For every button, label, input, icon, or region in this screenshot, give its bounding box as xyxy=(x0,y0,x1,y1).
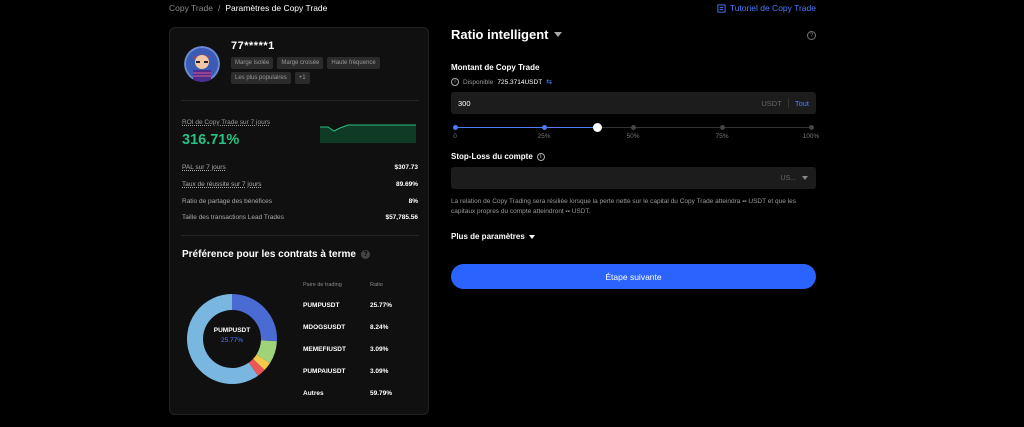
stat-lead-trade-size: Taille des transactions Lead Trades $57,… xyxy=(182,214,418,221)
caret-down-icon xyxy=(553,32,562,37)
pair-ratio: 59.79% xyxy=(370,390,393,397)
stat-profit-share: Ratio de partage des bénéfices 8% xyxy=(182,198,418,205)
breadcrumb-current: Paramètres de Copy Trade xyxy=(225,3,328,13)
chevron-down-icon[interactable] xyxy=(802,176,808,180)
amount-section-title: Montant de Copy Trade xyxy=(451,63,540,72)
stoploss-description: La relation de Copy Trading sera résilié… xyxy=(451,198,796,216)
pair-name: Autres xyxy=(303,390,324,397)
stat-win-rate-7d: Taux de réussite sur 7 jours 89.69% xyxy=(182,181,418,188)
mode-title: Ratio intelligent xyxy=(451,27,549,42)
tag-cross-margin: Marge croisée xyxy=(277,57,324,69)
donut-slice-pumpusdt[interactable] xyxy=(231,294,277,342)
pair-ratio: 8.24% xyxy=(370,324,389,331)
stat-pnl-7d: PAL sur 7 jours $307.73 xyxy=(182,164,418,171)
amount-value[interactable]: 300 xyxy=(451,99,761,108)
tag-more[interactable]: +1 xyxy=(294,72,310,84)
trader-card: 77*****1 Marge isolée Marge croisée Haut… xyxy=(169,27,429,415)
amount-all-button[interactable]: Tout xyxy=(795,99,809,108)
slider-handle[interactable] xyxy=(592,123,602,132)
stoploss-input[interactable]: US... xyxy=(451,167,816,189)
pair-name: PUMPAIUSDT xyxy=(303,368,346,375)
help-icon[interactable]: ? xyxy=(807,31,816,40)
divider xyxy=(181,100,419,101)
breadcrumb: Copy Trade / Paramètres de Copy Trade xyxy=(169,3,327,13)
donut-center-label: PUMPUSDT xyxy=(213,327,251,334)
tutorial-link-label: Tutoriel de Copy Trade xyxy=(729,3,816,13)
slider-mark[interactable] xyxy=(808,125,814,130)
info-icon[interactable]: i xyxy=(451,78,459,86)
more-settings-toggle[interactable]: Plus de paramètres xyxy=(451,232,535,241)
info-icon[interactable]: i xyxy=(536,152,545,161)
pair-ratio: 25.77% xyxy=(370,302,393,309)
stoploss-unit: US... xyxy=(780,174,796,182)
mode-selector[interactable]: Ratio intelligent xyxy=(451,27,562,42)
book-icon xyxy=(717,3,726,13)
tutorial-link[interactable]: Tutoriel de Copy Trade xyxy=(717,3,816,13)
slider-mark[interactable] xyxy=(541,125,547,130)
slider-mark[interactable] xyxy=(452,125,458,130)
trader-tags: Marge isolée Marge croisée Haute fréquen… xyxy=(231,57,421,84)
donut-slice-memefiusdt[interactable] xyxy=(252,354,270,371)
tag-high-frequency: Haute fréquence xyxy=(327,57,380,69)
donut-slice-pumpaiusdt[interactable] xyxy=(248,358,265,376)
breadcrumb-separator: / xyxy=(217,3,221,13)
pair-name: MEMEFIUSDT xyxy=(303,346,346,353)
swap-icon[interactable]: ⇆ xyxy=(546,78,552,86)
roi-value: 316.71% xyxy=(182,132,240,148)
donut-center-value: 25.77% xyxy=(220,337,244,344)
tag-most-popular: Les plus populaires xyxy=(231,72,291,84)
futures-preference-title: Préférence pour les contrats à terme ? xyxy=(182,249,370,260)
available-balance: i Disponible 725.3714USDT ⇆ xyxy=(451,78,552,86)
stoploss-section-title: Stop-Loss du compte i xyxy=(451,152,545,161)
roi-sparkline xyxy=(320,124,416,143)
pair-name: PUMPUSDT xyxy=(303,302,340,309)
amount-slider[interactable] xyxy=(452,123,814,133)
chevron-down-icon xyxy=(528,234,535,239)
amount-input[interactable]: 300 USDT Tout xyxy=(451,92,816,114)
next-step-button[interactable]: Étape suivante xyxy=(451,264,816,289)
divider xyxy=(181,235,419,236)
roi-label: ROI de Copy Trade sur 7 jours xyxy=(182,119,271,126)
pair-name: MDOGSUSDT xyxy=(303,324,346,331)
col-pair-header: Paire de trading xyxy=(303,282,342,288)
pair-ratio: 3.09% xyxy=(370,368,389,375)
pair-ratio: 3.09% xyxy=(370,346,389,353)
amount-unit: USDT xyxy=(761,98,782,108)
breadcrumb-parent[interactable]: Copy Trade xyxy=(169,3,213,13)
avatar[interactable] xyxy=(184,46,220,82)
col-ratio-header: Ratio xyxy=(370,282,383,288)
help-icon[interactable]: ? xyxy=(360,250,370,259)
tag-isolated-margin: Marge isolée xyxy=(231,57,274,69)
slider-mark[interactable] xyxy=(630,125,636,130)
slider-mark[interactable] xyxy=(719,125,725,130)
slider-marks: 0 25% 50% 75% 100% xyxy=(453,133,820,140)
trader-name: 77*****1 xyxy=(231,40,275,52)
